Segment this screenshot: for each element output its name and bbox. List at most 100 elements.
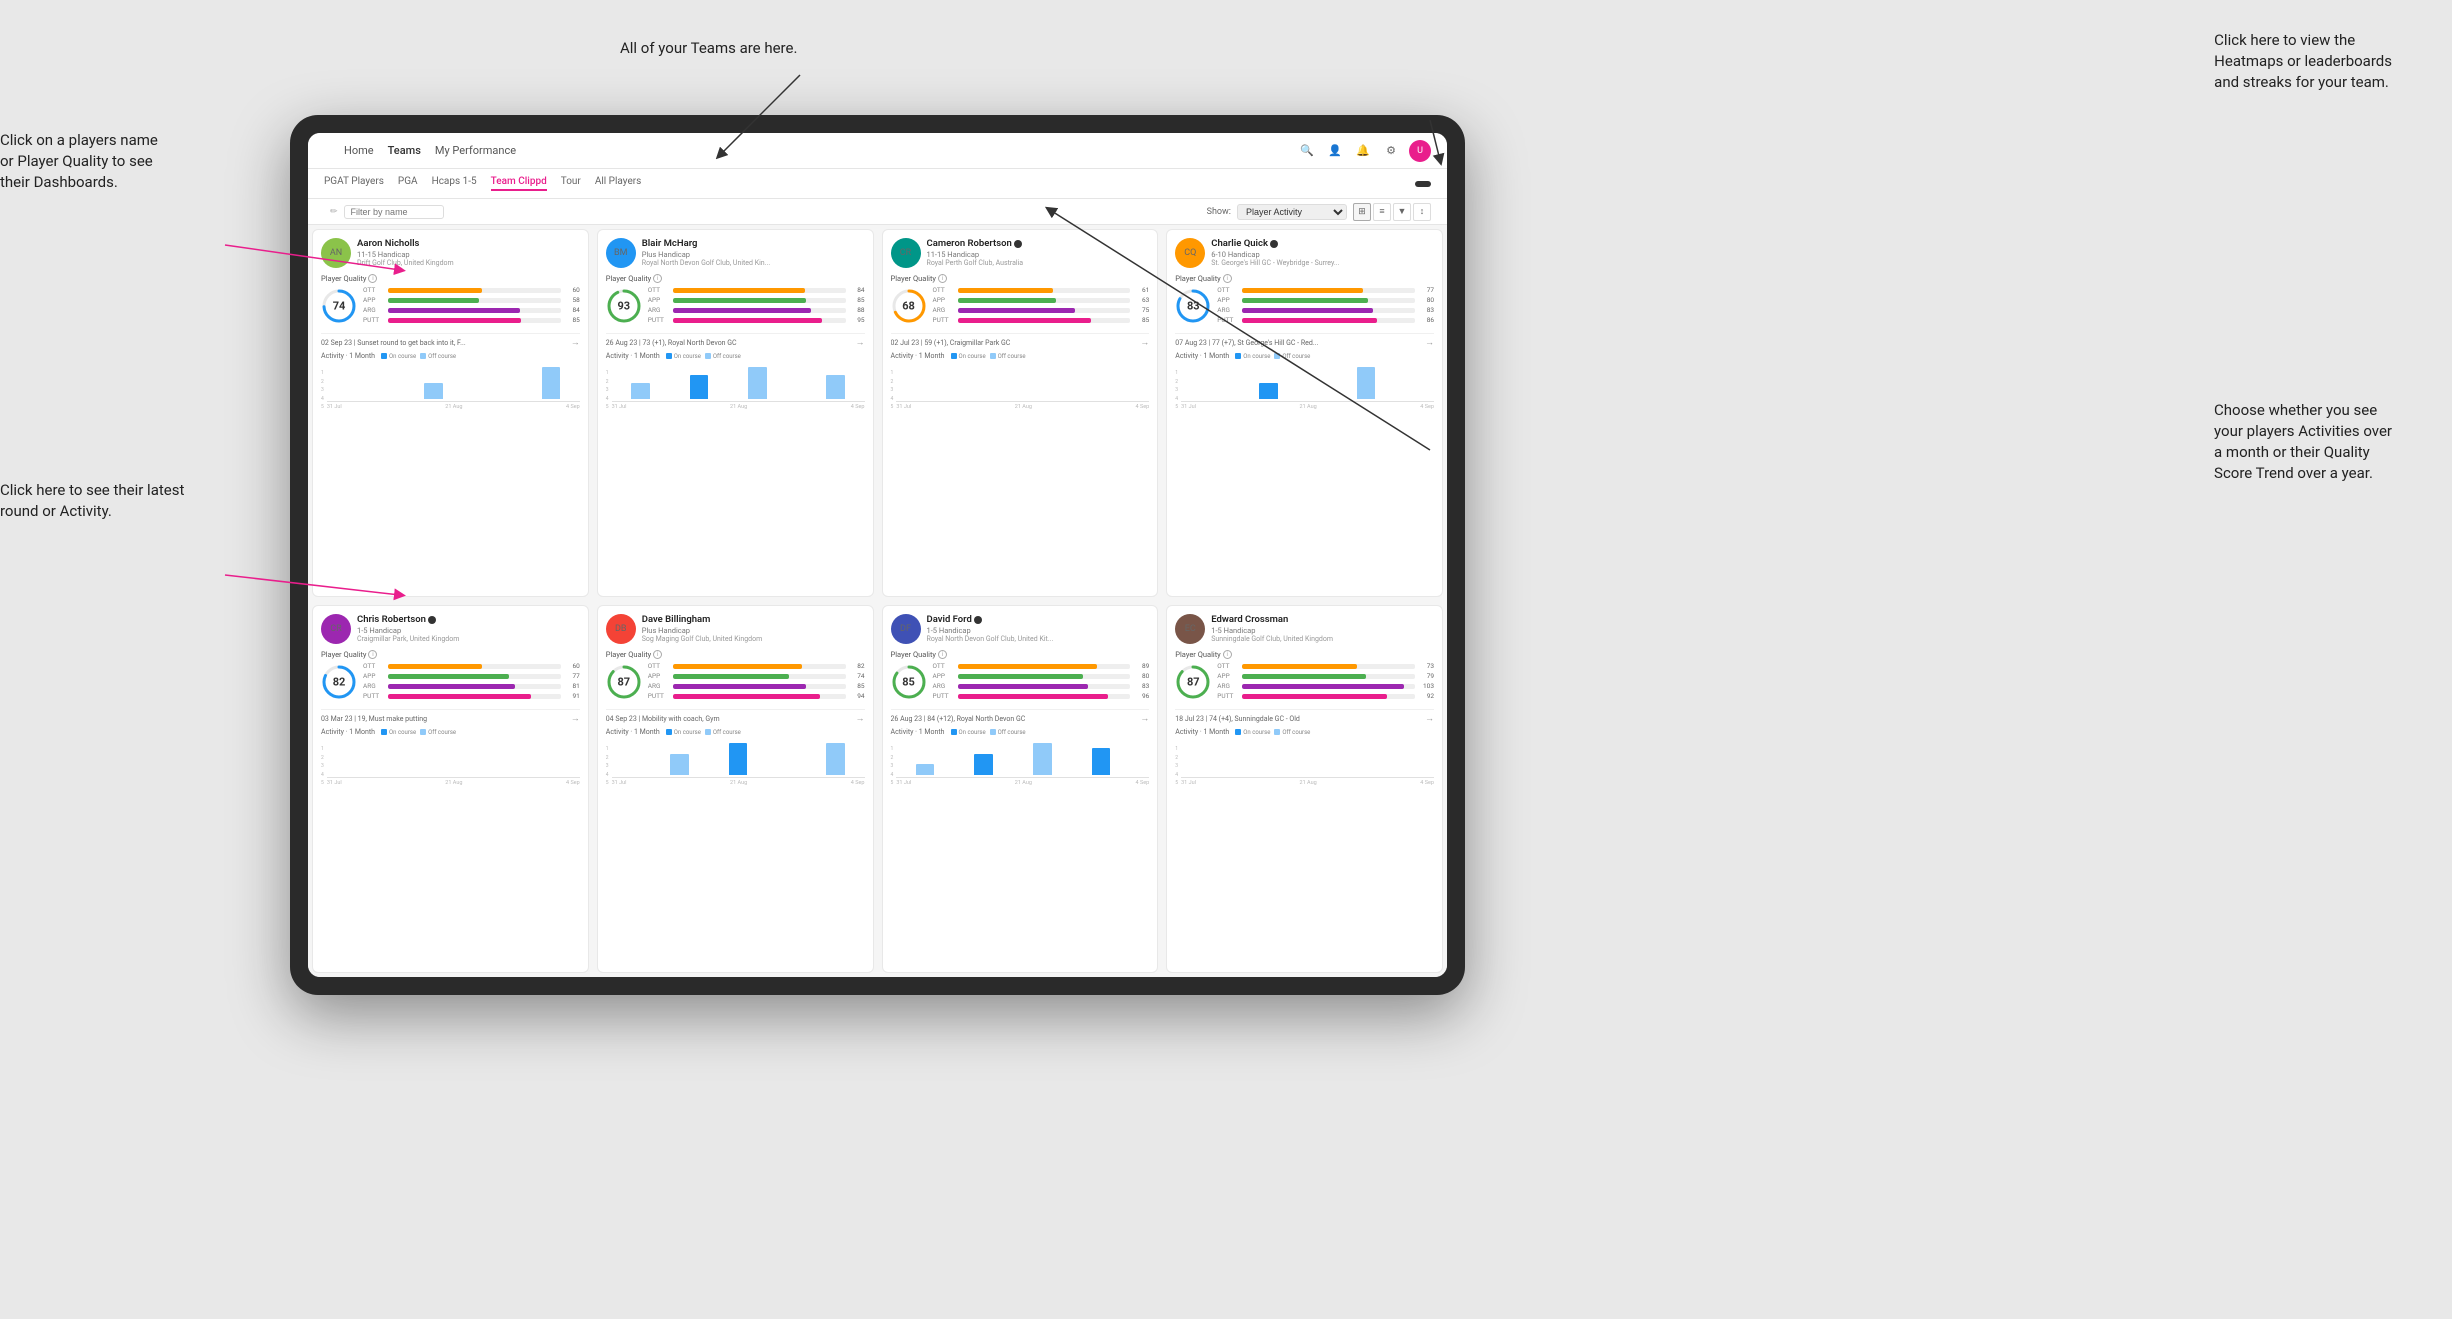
legend-off-course: Off course (990, 729, 1026, 736)
nav-teams[interactable]: Teams (388, 144, 421, 157)
player-card[interactable]: CR Chris Robertson 1-5 Handicap Craigmil… (312, 605, 589, 973)
x-label: 31 Jul (327, 780, 342, 786)
y-label: 1 (321, 370, 324, 376)
score-circle[interactable]: 85 (891, 664, 927, 700)
quality-row[interactable]: 82 OTT 60 APP 77 ARG (321, 662, 580, 702)
add-team-button[interactable] (1415, 181, 1431, 187)
player-card[interactable]: AN Aaron Nicholls 11-15 Handicap Drift G… (312, 229, 589, 597)
verified-badge (428, 616, 436, 624)
search-icon[interactable]: 🔍 (1297, 141, 1317, 161)
latest-round[interactable]: 04 Sep 23 | Mobility with coach, Gym → (606, 709, 865, 724)
chart-x-labels: 31 Jul 21 Aug 4 Sep (896, 404, 1149, 410)
stat-bar (958, 664, 1131, 669)
player-name[interactable]: Cameron Robertson (927, 238, 1150, 249)
activity-section: Activity · 1 Month On course Off course … (321, 728, 580, 786)
stat-value: 85 (1133, 316, 1149, 324)
score-circle[interactable]: 82 (321, 664, 357, 700)
nav-my-performance[interactable]: My Performance (435, 144, 516, 157)
stat-value: 85 (564, 316, 580, 324)
score-value: 83 (1187, 300, 1200, 313)
y-label: 1 (606, 370, 609, 376)
stat-row: ARG 81 (363, 682, 580, 690)
bar-group (542, 367, 561, 399)
score-circle[interactable]: 74 (321, 288, 357, 324)
activity-legend: On course Off course (381, 729, 456, 736)
player-card[interactable]: EC Edward Crossman 1-5 Handicap Sunningd… (1166, 605, 1443, 973)
bell-icon[interactable]: 🔔 (1353, 141, 1373, 161)
player-club: Drift Golf Club, United Kingdom (357, 259, 580, 267)
x-label: 4 Sep (851, 780, 865, 786)
latest-round[interactable]: 07 Aug 23 | 77 (+7), St George's Hill GC… (1175, 333, 1434, 348)
score-circle[interactable]: 87 (606, 664, 642, 700)
player-club: Royal Perth Golf Club, Australia (927, 259, 1150, 267)
tab-all-players[interactable]: All Players (595, 176, 642, 191)
score-value: 87 (1187, 676, 1200, 689)
stats-bars: OTT 82 APP 74 ARG 85 PU (648, 662, 865, 702)
sort-icon[interactable]: ↕ (1413, 203, 1431, 221)
x-label: 4 Sep (566, 780, 580, 786)
stat-row: OTT 60 (363, 286, 580, 294)
quality-row[interactable]: 74 OTT 60 APP 58 ARG (321, 286, 580, 326)
player-name[interactable]: Edward Crossman (1211, 614, 1434, 625)
show-select[interactable]: Player Activity Quality Score Trend (1237, 204, 1347, 220)
quality-row[interactable]: 87 OTT 82 APP 74 ARG (606, 662, 865, 702)
tab-pgat-players[interactable]: PGAT Players (324, 176, 384, 191)
latest-round[interactable]: 02 Sep 23 | Sunset round to get back int… (321, 333, 580, 348)
stat-bar (388, 288, 561, 293)
stats-bars: OTT 73 APP 79 ARG 103 P (1217, 662, 1434, 702)
latest-round[interactable]: 18 Jul 23 | 74 (+4), Sunningdale GC - Ol… (1175, 709, 1434, 724)
tab-pga[interactable]: PGA (398, 176, 418, 191)
player-card[interactable]: CQ Charlie Quick 6-10 Handicap St. Georg… (1166, 229, 1443, 597)
filter-icon[interactable]: ▼ (1393, 203, 1411, 221)
verified-badge (974, 616, 982, 624)
score-circle[interactable]: 68 (891, 288, 927, 324)
score-circle[interactable]: 87 (1175, 664, 1211, 700)
player-card[interactable]: DB Dave Billingham Plus Handicap Sog Mag… (597, 605, 874, 973)
quality-row[interactable]: 93 OTT 84 APP 85 ARG (606, 286, 865, 326)
y-label: 3 (606, 387, 609, 393)
player-name[interactable]: Chris Robertson (357, 614, 580, 625)
list-view-icon[interactable]: ≡ (1373, 203, 1391, 221)
quality-row[interactable]: 83 OTT 77 APP 80 ARG (1175, 286, 1434, 326)
grid-view-icon[interactable]: ⊞ (1353, 203, 1371, 221)
player-name[interactable]: Charlie Quick (1211, 238, 1434, 249)
nav-home[interactable]: Home (344, 144, 374, 157)
player-name[interactable]: David Ford (927, 614, 1150, 625)
score-circle[interactable]: 93 (606, 288, 642, 324)
edit-icon[interactable]: ✏ (330, 207, 338, 217)
settings-icon[interactable]: ⚙ (1381, 141, 1401, 161)
subnav: PGAT Players PGA Hcaps 1-5 Team Clippd T… (308, 169, 1447, 199)
stat-label: OTT (1217, 662, 1239, 670)
latest-round[interactable]: 03 Mar 23 | 19, Must make putting → (321, 709, 580, 724)
player-card[interactable]: BM Blair McHarg Plus Handicap Royal Nort… (597, 229, 874, 597)
tab-team-clippd[interactable]: Team Clippd (491, 176, 547, 191)
legend-off-course: Off course (705, 353, 741, 360)
player-card[interactable]: CR Cameron Robertson 11-15 Handicap Roya… (882, 229, 1159, 597)
quality-row[interactable]: 85 OTT 89 APP 80 ARG (891, 662, 1150, 702)
latest-round[interactable]: 02 Jul 23 | 59 (+1), Craigmillar Park GC… (891, 333, 1150, 348)
player-club: Craigmillar Park, United Kingdom (357, 635, 580, 643)
stat-label: PUTT (1217, 316, 1239, 324)
stat-bar (673, 288, 846, 293)
arrow-icon: → (856, 713, 865, 724)
player-name[interactable]: Dave Billingham (642, 614, 865, 625)
search-input[interactable] (344, 205, 444, 219)
stat-label: OTT (933, 286, 955, 294)
quality-row[interactable]: 87 OTT 73 APP 79 ARG (1175, 662, 1434, 702)
stat-bar (673, 684, 846, 689)
legend-on-course: On course (951, 353, 986, 360)
tab-hcaps[interactable]: Hcaps 1-5 (432, 176, 477, 191)
latest-round[interactable]: 26 Aug 23 | 73 (+1), Royal North Devon G… (606, 333, 865, 348)
activity-title: Activity · 1 Month (321, 728, 375, 736)
bar-group (424, 383, 443, 399)
user-icon[interactable]: 👤 (1325, 141, 1345, 161)
score-circle[interactable]: 83 (1175, 288, 1211, 324)
avatar[interactable]: U (1409, 140, 1431, 162)
player-name[interactable]: Aaron Nicholls (357, 238, 580, 249)
x-label: 4 Sep (1136, 780, 1150, 786)
tab-tour[interactable]: Tour (561, 176, 581, 191)
player-card[interactable]: DF David Ford 1-5 Handicap Royal North D… (882, 605, 1159, 973)
player-name[interactable]: Blair McHarg (642, 238, 865, 249)
quality-row[interactable]: 68 OTT 61 APP 63 ARG (891, 286, 1150, 326)
latest-round[interactable]: 26 Aug 23 | 84 (+12), Royal North Devon … (891, 709, 1150, 724)
